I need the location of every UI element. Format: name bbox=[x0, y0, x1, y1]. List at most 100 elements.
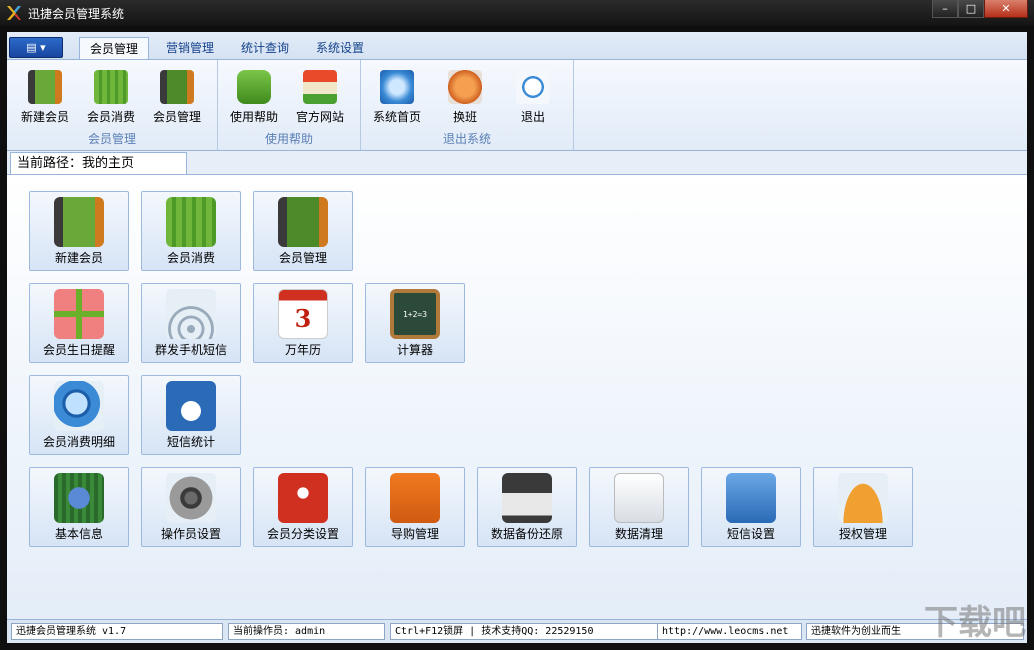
ribbon-manage-button[interactable]: 会员管理 bbox=[151, 66, 203, 125]
client-area: ▤ ▾ 会员管理 营销管理 统计查询 系统设置 新建会员 会员消费 会员管理 会… bbox=[7, 32, 1027, 643]
chalkboard-text: 1+2=3 bbox=[402, 309, 428, 319]
gift-icon bbox=[54, 289, 104, 339]
circuit-board-icon bbox=[54, 473, 104, 523]
chalkboard-icon: 1+2=3 bbox=[390, 289, 440, 339]
tab-settings[interactable]: 系统设置 bbox=[306, 37, 374, 59]
tile-member-consume[interactable]: 会员消费 bbox=[141, 191, 241, 271]
tile-label: 会员消费明细 bbox=[42, 435, 115, 449]
ribbon-group-label: 退出系统 bbox=[442, 132, 491, 146]
water-drop-icon bbox=[166, 197, 216, 247]
contact-book-icon bbox=[54, 197, 104, 247]
tile-label: 会员生日提醒 bbox=[42, 343, 115, 357]
minimize-button[interactable]: – bbox=[932, 0, 958, 18]
ribbon-consume-button[interactable]: 会员消费 bbox=[85, 66, 137, 125]
ribbon-shift-button[interactable]: 换班 bbox=[439, 66, 491, 125]
tile-new-member[interactable]: 新建会员 bbox=[29, 191, 129, 271]
ribbon-label: 官方网站 bbox=[295, 110, 344, 124]
tile-birthday-reminder[interactable]: 会员生日提醒 bbox=[29, 283, 129, 363]
water-drop-icon bbox=[94, 70, 128, 104]
status-support: Ctrl+F12锁屏 | 技术支持QQ: 22529150 bbox=[390, 623, 658, 640]
ribbon-group-label: 会员管理 bbox=[87, 132, 136, 146]
ribbon-help-button[interactable]: 使用帮助 bbox=[228, 66, 280, 125]
watermark: 下载吧 bbox=[924, 603, 1026, 643]
tile-label: 数据清理 bbox=[614, 527, 663, 541]
tile-bulk-sms[interactable]: 群发手机短信 bbox=[141, 283, 241, 363]
ribbon-label: 会员消费 bbox=[86, 110, 135, 124]
tile-backup-restore[interactable]: 数据备份还原 bbox=[477, 467, 577, 547]
path-bar: 当前路径：我的主页 bbox=[7, 151, 1027, 175]
tile-member-category[interactable]: 会员分类设置 bbox=[253, 467, 353, 547]
ribbon-label: 使用帮助 bbox=[229, 110, 278, 124]
title-bar[interactable]: 迅捷会员管理系统 – □ ✕ bbox=[0, 0, 1034, 26]
ribbon-group-member: 新建会员 会员消费 会员管理 会员管理 bbox=[7, 60, 218, 150]
tile-calendar[interactable]: 3 万年历 bbox=[253, 283, 353, 363]
wifi-icon bbox=[166, 289, 216, 339]
status-app-version: 迅捷会员管理系统 v1.7 bbox=[11, 623, 223, 640]
maximize-button[interactable]: □ bbox=[958, 0, 984, 18]
tile-consume-detail[interactable]: 会员消费明细 bbox=[29, 375, 129, 455]
org-chart-icon bbox=[390, 473, 440, 523]
floppy-icon bbox=[502, 473, 552, 523]
tab-statistics[interactable]: 统计查询 bbox=[231, 37, 299, 59]
ribbon-website-button[interactable]: 官方网站 bbox=[294, 66, 346, 125]
tile-operator-settings[interactable]: 操作员设置 bbox=[141, 467, 241, 547]
magnifier-icon bbox=[54, 381, 104, 431]
tile-member-manage[interactable]: 会员管理 bbox=[253, 191, 353, 271]
tile-label: 计算器 bbox=[396, 343, 433, 357]
swap-icon bbox=[448, 70, 482, 104]
ribbon-group-exit: 系统首页 换班 退出 退出系统 bbox=[361, 60, 574, 150]
shop-icon bbox=[303, 70, 337, 104]
speech-bubble-icon bbox=[237, 70, 271, 104]
tile-label: 操作员设置 bbox=[160, 527, 221, 541]
ribbon-label: 换班 bbox=[452, 110, 477, 124]
tile-label: 会员分类设置 bbox=[266, 527, 339, 541]
app-logo-icon bbox=[7, 6, 21, 20]
tile-sms-settings[interactable]: 短信设置 bbox=[701, 467, 801, 547]
ribbon-home-button[interactable]: 系统首页 bbox=[371, 66, 423, 125]
tile-license-manage[interactable]: 授权管理 bbox=[813, 467, 913, 547]
tile-label: 导购管理 bbox=[390, 527, 439, 541]
puzzle-icon bbox=[278, 473, 328, 523]
ribbon-new-member-button[interactable]: 新建会员 bbox=[19, 66, 71, 125]
tile-basic-info[interactable]: 基本信息 bbox=[29, 467, 129, 547]
compass-icon bbox=[380, 70, 414, 104]
tile-label: 万年历 bbox=[284, 343, 321, 357]
window-title: 迅捷会员管理系统 bbox=[28, 7, 125, 21]
tab-marketing[interactable]: 营销管理 bbox=[156, 37, 224, 59]
status-operator: 当前操作员: admin bbox=[228, 623, 385, 640]
calendar-icon: 3 bbox=[278, 289, 328, 339]
ribbon-label: 系统首页 bbox=[372, 110, 421, 124]
tile-label: 数据备份还原 bbox=[490, 527, 563, 541]
umbrella-icon bbox=[838, 473, 888, 523]
tile-data-cleanup[interactable]: 数据清理 bbox=[589, 467, 689, 547]
tile-label: 短信设置 bbox=[726, 527, 775, 541]
calendar-day: 3 bbox=[294, 303, 312, 333]
contact-book-icon bbox=[28, 70, 62, 104]
power-icon bbox=[516, 70, 550, 104]
close-button[interactable]: ✕ bbox=[984, 0, 1028, 18]
tile-calculator[interactable]: 1+2=3 计算器 bbox=[365, 283, 465, 363]
status-url[interactable]: http://www.leocms.net bbox=[658, 623, 802, 640]
tile-label: 基本信息 bbox=[54, 527, 103, 541]
address-book-icon bbox=[160, 70, 194, 104]
ribbon-exit-button[interactable]: 退出 bbox=[507, 66, 559, 125]
home-panel: 新建会员 会员消费 会员管理 会员生日提醒 群发手机短信 3 万年历 1+2=3… bbox=[7, 175, 1027, 619]
tab-member[interactable]: 会员管理 bbox=[79, 37, 150, 59]
dpad-icon bbox=[166, 473, 216, 523]
tile-sms-stats[interactable]: 短信统计 bbox=[141, 375, 241, 455]
ribbon: 新建会员 会员消费 会员管理 会员管理 使用帮助 官方网站 使用帮助 系统首页 … bbox=[7, 59, 1027, 151]
tile-label: 授权管理 bbox=[838, 527, 887, 541]
tile-label: 会员管理 bbox=[278, 251, 327, 265]
ribbon-group-help: 使用帮助 官方网站 使用帮助 bbox=[218, 60, 361, 150]
tile-label: 会员消费 bbox=[166, 251, 215, 265]
app-window: 迅捷会员管理系统 – □ ✕ ▤ ▾ 会员管理 营销管理 统计查询 系统设置 新… bbox=[0, 0, 1034, 650]
tile-guide-manage[interactable]: 导购管理 bbox=[365, 467, 465, 547]
tile-label: 新建会员 bbox=[54, 251, 103, 265]
ribbon-label: 新建会员 bbox=[20, 110, 69, 124]
ribbon-group-label: 使用帮助 bbox=[264, 132, 313, 146]
app-menu-button[interactable]: ▤ ▾ bbox=[9, 37, 63, 58]
path-tab-home[interactable]: 当前路径：我的主页 bbox=[10, 152, 187, 174]
address-book-icon bbox=[278, 197, 328, 247]
ribbon-tabs: ▤ ▾ 会员管理 营销管理 统计查询 系统设置 bbox=[7, 32, 1027, 59]
mail-icon bbox=[166, 381, 216, 431]
